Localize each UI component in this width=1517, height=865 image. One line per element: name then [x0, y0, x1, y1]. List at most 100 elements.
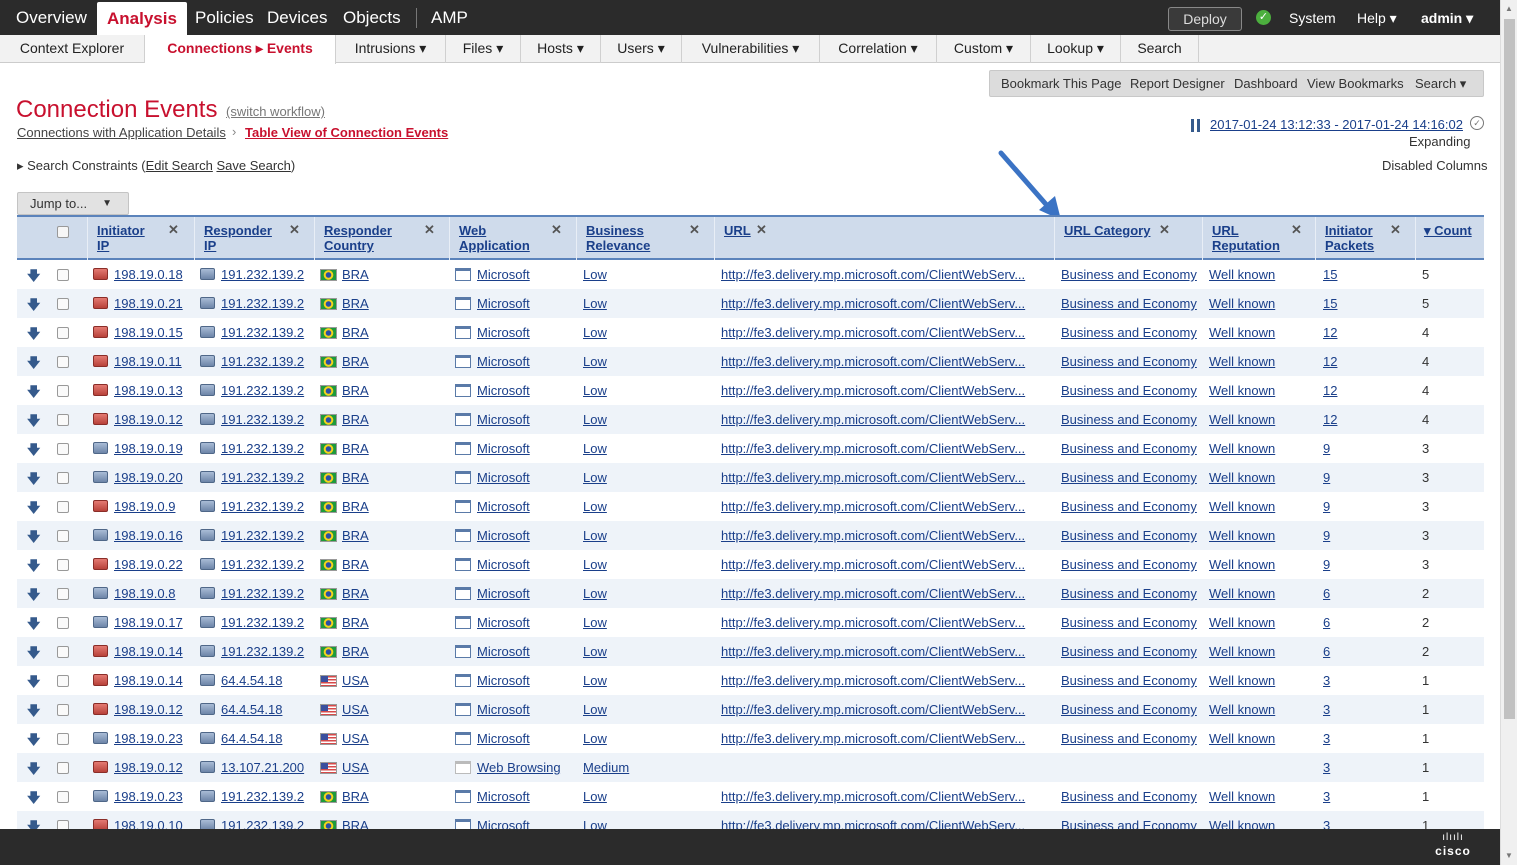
pause-icon[interactable] [1191, 119, 1200, 132]
search-constraints-toggle[interactable]: ▸ Search Constraints ( [17, 158, 146, 173]
url-link[interactable]: http://fe3.delivery.mp.microsoft.com/Cli… [721, 586, 1025, 601]
business-relevance[interactable]: Low [583, 354, 607, 369]
host-icon[interactable] [200, 384, 215, 396]
url-category[interactable]: Business and Economy [1061, 789, 1197, 804]
responder-country[interactable]: USA [342, 673, 369, 688]
disabled-columns-link[interactable]: Disabled Columns [1382, 158, 1488, 173]
nav-amp[interactable]: AMP [431, 0, 468, 35]
subnav-context-explorer[interactable]: Context Explorer [0, 35, 145, 63]
host-icon[interactable] [93, 703, 108, 715]
drill-down-icon[interactable]: 🡇 [27, 267, 40, 289]
initiator-packets[interactable]: 15 [1323, 267, 1337, 282]
business-relevance[interactable]: Low [583, 325, 607, 340]
business-relevance[interactable]: Medium [583, 760, 629, 775]
remove-column-icon[interactable]: ✕ [1390, 222, 1401, 238]
url-category[interactable]: Business and Economy [1061, 731, 1197, 746]
responder-ip[interactable]: 191.232.139.2 [221, 441, 304, 456]
host-icon[interactable] [93, 268, 108, 280]
nav-analysis[interactable]: Analysis [97, 2, 187, 35]
responder-country[interactable]: BRA [342, 789, 369, 804]
host-icon[interactable] [93, 413, 108, 425]
initiator-packets[interactable]: 6 [1323, 644, 1330, 659]
url-link[interactable]: http://fe3.delivery.mp.microsoft.com/Cli… [721, 354, 1025, 369]
responder-country[interactable]: BRA [342, 557, 369, 572]
web-application[interactable]: Microsoft [477, 731, 530, 746]
col-initiator-packets-label[interactable]: Initiator Packets [1325, 223, 1374, 253]
drill-down-icon[interactable]: 🡇 [27, 354, 40, 376]
breadcrumb-connections-app-details[interactable]: Connections with Application Details [17, 125, 226, 140]
row-checkbox[interactable] [57, 530, 69, 542]
url-reputation[interactable]: Well known [1209, 441, 1275, 456]
responder-ip[interactable]: 64.4.54.18 [221, 731, 282, 746]
initiator-packets[interactable]: 3 [1323, 702, 1330, 717]
url-link[interactable]: http://fe3.delivery.mp.microsoft.com/Cli… [721, 499, 1025, 514]
url-reputation[interactable]: Well known [1209, 586, 1275, 601]
row-checkbox[interactable] [57, 269, 69, 281]
remove-column-icon[interactable]: ✕ [168, 222, 179, 238]
host-icon[interactable] [200, 529, 215, 541]
nav-policies[interactable]: Policies [195, 0, 254, 35]
responder-country[interactable]: BRA [342, 412, 369, 427]
host-icon[interactable] [93, 471, 108, 483]
responder-ip[interactable]: 191.232.139.2 [221, 354, 304, 369]
responder-country[interactable]: BRA [342, 354, 369, 369]
remove-column-icon[interactable]: ✕ [289, 222, 300, 238]
bookmark-this-page-link[interactable]: Bookmark This Page [1001, 76, 1121, 91]
responder-country[interactable]: BRA [342, 296, 369, 311]
business-relevance[interactable]: Low [583, 441, 607, 456]
row-checkbox[interactable] [57, 414, 69, 426]
business-relevance[interactable]: Low [583, 470, 607, 485]
url-reputation[interactable]: Well known [1209, 615, 1275, 630]
initiator-ip[interactable]: 198.19.0.22 [114, 557, 183, 572]
save-search-link[interactable]: Save Search [216, 158, 290, 173]
initiator-packets[interactable]: 9 [1323, 528, 1330, 543]
select-all-checkbox[interactable] [57, 226, 69, 238]
url-category[interactable]: Business and Economy [1061, 325, 1197, 340]
responder-ip[interactable]: 191.232.139.2 [221, 296, 304, 311]
web-application[interactable]: Microsoft [477, 586, 530, 601]
drill-down-icon[interactable]: 🡇 [27, 441, 40, 463]
initiator-ip[interactable]: 198.19.0.16 [114, 528, 183, 543]
url-category[interactable]: Business and Economy [1061, 441, 1197, 456]
row-checkbox[interactable] [57, 588, 69, 600]
switch-workflow-link[interactable]: (switch workflow) [226, 104, 325, 119]
col-responder-country-label[interactable]: Responder Country [324, 223, 392, 253]
row-checkbox[interactable] [57, 443, 69, 455]
subnav-connections-events[interactable]: Connections ▸ Events [145, 35, 336, 64]
responder-country[interactable]: BRA [342, 441, 369, 456]
host-icon[interactable] [200, 326, 215, 338]
system-menu[interactable]: System [1289, 0, 1336, 35]
web-application[interactable]: Microsoft [477, 644, 530, 659]
drill-down-icon[interactable]: 🡇 [27, 644, 40, 666]
initiator-ip[interactable]: 198.19.0.12 [114, 702, 183, 717]
initiator-packets[interactable]: 12 [1323, 383, 1337, 398]
responder-ip[interactable]: 191.232.139.2 [221, 470, 304, 485]
url-category[interactable]: Business and Economy [1061, 499, 1197, 514]
initiator-packets[interactable]: 12 [1323, 354, 1337, 369]
responder-country[interactable]: BRA [342, 383, 369, 398]
url-reputation[interactable]: Well known [1209, 731, 1275, 746]
drill-down-icon[interactable]: 🡇 [27, 557, 40, 579]
scroll-down-icon[interactable]: ▼ [1505, 851, 1513, 860]
host-icon[interactable] [93, 587, 108, 599]
subnav-custom[interactable]: Custom ▾ [937, 35, 1031, 63]
initiator-packets[interactable]: 3 [1323, 673, 1330, 688]
initiator-ip[interactable]: 198.19.0.19 [114, 441, 183, 456]
host-icon[interactable] [200, 442, 215, 454]
scroll-up-icon[interactable]: ▲ [1505, 4, 1513, 13]
edit-search-link[interactable]: Edit Search [146, 158, 213, 173]
responder-country[interactable]: BRA [342, 325, 369, 340]
col-url-category-label[interactable]: URL Category [1064, 223, 1150, 238]
initiator-packets[interactable]: 6 [1323, 586, 1330, 601]
subnav-users[interactable]: Users ▾ [601, 35, 682, 63]
initiator-ip[interactable]: 198.19.0.17 [114, 615, 183, 630]
drill-down-icon[interactable]: 🡇 [27, 615, 40, 637]
url-reputation[interactable]: Well known [1209, 267, 1275, 282]
url-link[interactable]: http://fe3.delivery.mp.microsoft.com/Cli… [721, 731, 1025, 746]
responder-ip[interactable]: 191.232.139.2 [221, 499, 304, 514]
url-category[interactable]: Business and Economy [1061, 412, 1197, 427]
drill-down-icon[interactable]: 🡇 [27, 760, 40, 782]
url-category[interactable]: Business and Economy [1061, 296, 1197, 311]
url-link[interactable]: http://fe3.delivery.mp.microsoft.com/Cli… [721, 470, 1025, 485]
business-relevance[interactable]: Low [583, 644, 607, 659]
